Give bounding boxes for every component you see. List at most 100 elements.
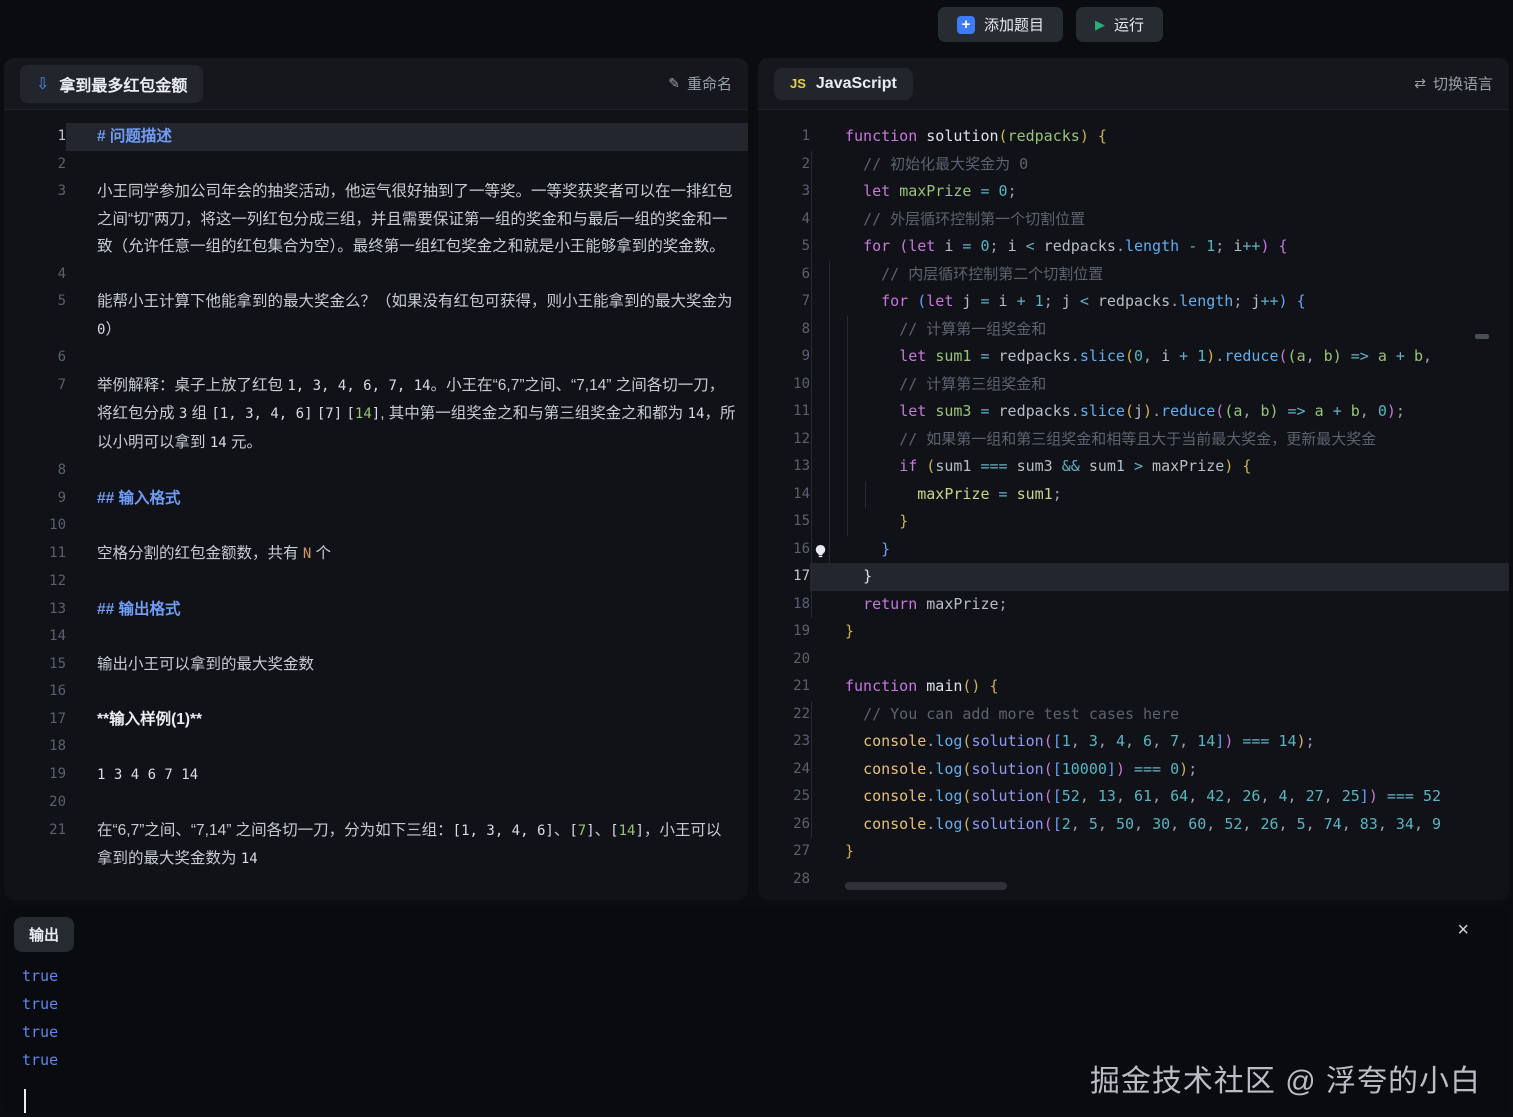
code-line[interactable]: 15 } [758,508,1509,536]
problem-line[interactable]: 8 [4,457,748,485]
code-line[interactable]: 19} [758,618,1509,646]
code-line[interactable]: 24 console.log(solution([10000]) === 0); [758,756,1509,784]
add-question-button[interactable]: + 添加题目 [938,7,1063,42]
problem-line[interactable]: 18 [4,733,748,761]
code-line-content[interactable]: // You can add more test cases here [810,701,1509,729]
code-line-content[interactable]: function solution(redpacks) { [810,123,1509,151]
code-line[interactable]: 27} [758,838,1509,866]
problem-line[interactable]: 17**输入样例(1)** [4,706,748,734]
problem-line-content[interactable] [66,344,748,372]
code-line-content[interactable]: console.log(solution([2, 5, 50, 30, 60, … [810,811,1509,839]
problem-line[interactable]: 3小王同学参加公司年会的抽奖活动，他运气很好抽到了一等奖。一等奖获奖者可以在一排… [4,178,748,261]
horizontal-scrollbar-thumb[interactable] [845,882,1007,890]
code-line[interactable]: 6 // 内层循环控制第二个切割位置 [758,261,1509,289]
problem-line[interactable]: 12 [4,568,748,596]
problem-title-pill[interactable]: ⇩ 拿到最多红包金额 [20,65,203,103]
code-line-content[interactable]: console.log(solution([10000]) === 0); [810,756,1509,784]
problem-line-content[interactable] [66,261,748,289]
code-line[interactable]: 10 // 计算第三组奖金和 [758,371,1509,399]
problem-line-content[interactable] [66,568,748,596]
code-line[interactable]: 25 console.log(solution([52, 13, 61, 64,… [758,783,1509,811]
problem-line[interactable]: 1# 问题描述 [4,123,748,151]
code-line[interactable]: 7 for (let j = i + 1; j < redpacks.lengt… [758,288,1509,316]
code-line-content[interactable]: let maxPrize = 0; [810,178,1509,206]
code-line-content[interactable]: // 初始化最大奖金为 0 [810,151,1509,179]
problem-line-content[interactable]: 在“6,7”之间、“7,14” 之间各切一刀，分为如下三组：[1, 3, 4, … [66,817,748,874]
problem-line-content[interactable]: 小王同学参加公司年会的抽奖活动，他运气很好抽到了一等奖。一等奖获奖者可以在一排红… [66,178,748,261]
problem-line-content[interactable]: 1 3 4 6 7 14 [66,761,748,790]
code-line-content[interactable]: for (let j = i + 1; j < redpacks.length;… [810,288,1509,316]
problem-line-content[interactable]: **输入样例(1)** [66,706,748,734]
code-editor[interactable]: 1function solution(redpacks) {2 // 初始化最大… [758,111,1509,900]
code-line-content[interactable]: maxPrize = sum1; [810,481,1509,509]
code-line-content[interactable]: if (sum1 === sum3 && sum1 > maxPrize) { [810,453,1509,481]
code-line[interactable]: 26 console.log(solution([2, 5, 50, 30, 6… [758,811,1509,839]
problem-line[interactable]: 13## 输出格式 [4,596,748,624]
problem-line[interactable]: 15输出小王可以拿到的最大奖金数 [4,651,748,679]
language-pill[interactable]: JS JavaScript [774,68,913,100]
problem-line-content[interactable] [66,512,748,540]
rename-button[interactable]: ✎ 重命名 [668,73,732,94]
code-line[interactable]: 14 maxPrize = sum1; [758,481,1509,509]
code-line[interactable]: 18 return maxPrize; [758,591,1509,619]
problem-line-content[interactable]: ## 输出格式 [66,596,748,624]
problem-line-content[interactable]: 能帮小王计算下他能拿到的最大奖金么？（如果没有红包可获得，则小王能拿到的最大奖金… [66,288,748,344]
problem-line-content[interactable] [66,789,748,817]
code-line-content[interactable]: let sum3 = redpacks.slice(j).reduce((a, … [810,398,1509,426]
problem-line-content[interactable]: ## 输入格式 [66,485,748,513]
problem-line-content[interactable] [66,733,748,761]
problem-line-content[interactable]: # 问题描述 [66,123,748,151]
code-line[interactable]: 1function solution(redpacks) { [758,123,1509,151]
run-button[interactable]: ▶ 运行 [1076,7,1163,42]
problem-line[interactable]: 9## 输入格式 [4,485,748,513]
problem-line-content[interactable]: 输出小王可以拿到的最大奖金数 [66,651,748,679]
problem-line[interactable]: 5能帮小王计算下他能拿到的最大奖金么？（如果没有红包可获得，则小王能拿到的最大奖… [4,288,748,344]
code-line[interactable]: 2 // 初始化最大奖金为 0 [758,151,1509,179]
problem-line-content[interactable]: 空格分割的红包金额数，共有 N 个 [66,540,748,569]
close-icon[interactable]: × [1457,920,1469,940]
problem-line-content[interactable] [66,623,748,651]
code-line-content[interactable]: console.log(solution([52, 13, 61, 64, 42… [810,783,1509,811]
problem-line[interactable]: 16 [4,678,748,706]
problem-line-content[interactable] [66,151,748,179]
code-line-content[interactable]: // 计算第一组奖金和 [810,316,1509,344]
code-line-content[interactable]: } [810,536,1509,564]
problem-line[interactable]: 10 [4,512,748,540]
code-line-content[interactable]: } [810,563,1509,591]
vertical-scrollbar-thumb[interactable] [1475,334,1489,339]
output-lines[interactable]: truetruetruetrue [22,962,58,1074]
code-line-content[interactable]: // 如果第一组和第三组奖金和相等且大于当前最大奖金，更新最大奖金 [810,426,1509,454]
code-line-content[interactable]: return maxPrize; [810,591,1509,619]
code-line[interactable]: 4 // 外层循环控制第一个切割位置 [758,206,1509,234]
code-line[interactable]: 9 let sum1 = redpacks.slice(0, i + 1).re… [758,343,1509,371]
problem-line[interactable]: 2 [4,151,748,179]
code-line-content[interactable]: // 计算第三组奖金和 [810,371,1509,399]
problem-line[interactable]: 191 3 4 6 7 14 [4,761,748,790]
code-line[interactable]: 11 let sum3 = redpacks.slice(j).reduce((… [758,398,1509,426]
problem-line[interactable]: 4 [4,261,748,289]
code-line[interactable]: 21function main() { [758,673,1509,701]
problem-editor[interactable]: 1# 问题描述23小王同学参加公司年会的抽奖活动，他运气很好抽到了一等奖。一等奖… [4,111,748,900]
code-line-content[interactable]: for (let i = 0; i < redpacks.length - 1;… [810,233,1509,261]
problem-line-content[interactable] [66,457,748,485]
problem-line[interactable]: 7举例解释：桌子上放了红包 1, 3, 4, 6, 7, 14。小王在“6,7”… [4,372,748,458]
code-line-content[interactable]: function main() { [810,673,1509,701]
code-line[interactable]: 17 } [758,563,1509,591]
code-line-content[interactable]: } [810,838,1509,866]
code-line[interactable]: 5 for (let i = 0; i < redpacks.length - … [758,233,1509,261]
code-line[interactable]: 23 console.log(solution([1, 3, 4, 6, 7, … [758,728,1509,756]
code-line-content[interactable]: console.log(solution([1, 3, 4, 6, 7, 14]… [810,728,1509,756]
code-line-content[interactable]: } [810,618,1509,646]
output-tab[interactable]: 输出 [14,917,74,952]
problem-line[interactable]: 6 [4,344,748,372]
code-line[interactable]: 16 } [758,536,1509,564]
problem-line-content[interactable]: 举例解释：桌子上放了红包 1, 3, 4, 6, 7, 14。小王在“6,7”之… [66,372,748,458]
code-line-content[interactable]: } [810,508,1509,536]
code-line[interactable]: 8 // 计算第一组奖金和 [758,316,1509,344]
problem-line[interactable]: 20 [4,789,748,817]
code-line-content[interactable] [810,646,1509,674]
problem-line[interactable]: 11空格分割的红包金额数，共有 N 个 [4,540,748,569]
code-line-content[interactable]: // 内层循环控制第二个切割位置 [810,261,1509,289]
code-line[interactable]: 22 // You can add more test cases here [758,701,1509,729]
problem-line-content[interactable] [66,678,748,706]
